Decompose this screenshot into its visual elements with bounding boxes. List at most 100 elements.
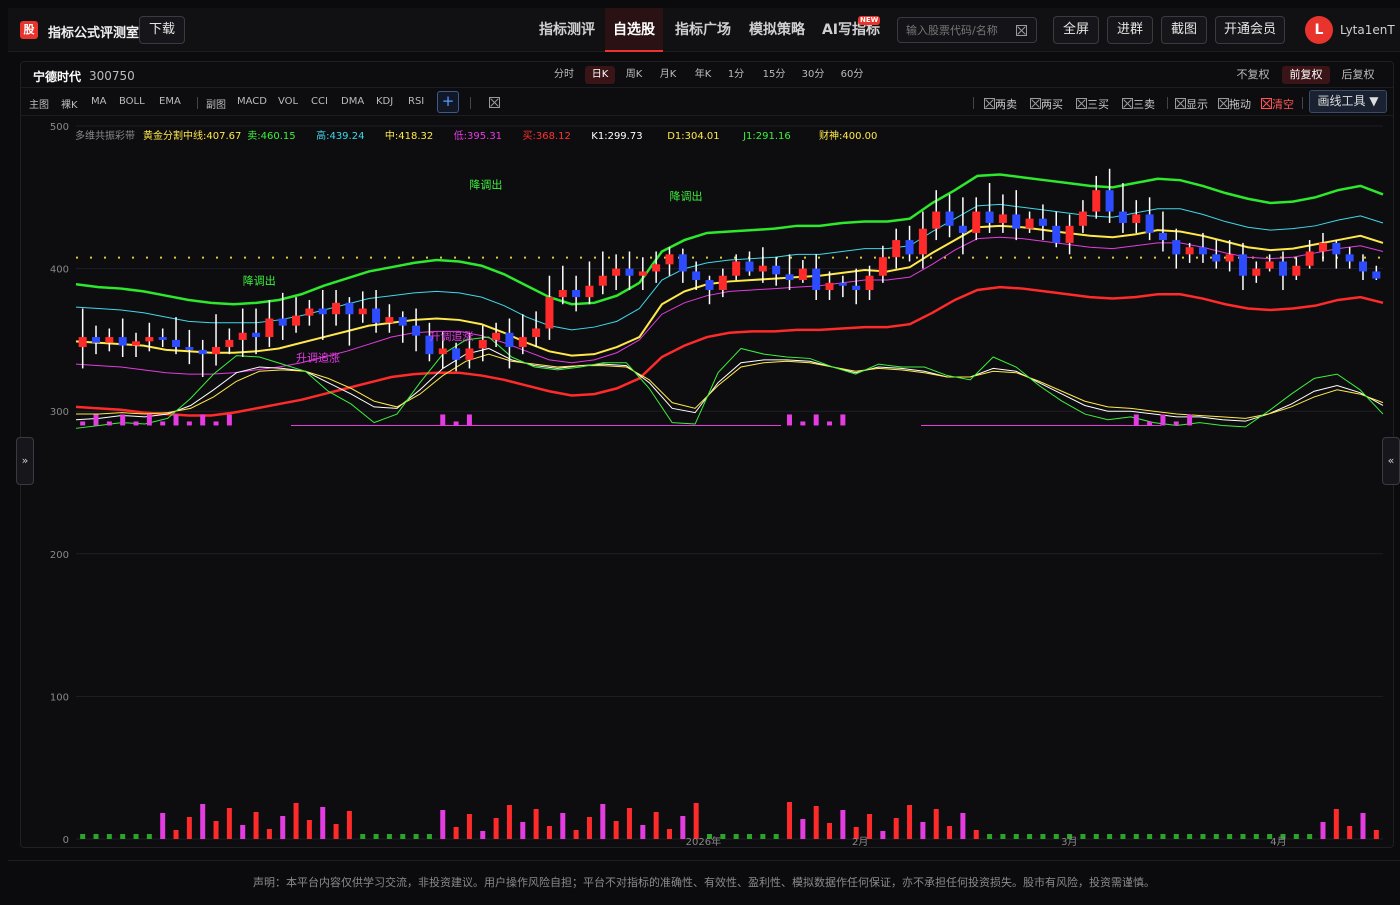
volume-bar: [1200, 834, 1206, 839]
toggle-drag[interactable]: 拖动: [1218, 96, 1251, 112]
volume-bar: [466, 814, 472, 839]
stock-header-row: 宁德时代 300750 分时 日K 周K 月K 年K 1分 15分 30分 60…: [21, 62, 1393, 88]
main-tab-ema[interactable]: EMA: [159, 96, 181, 107]
candle-up: [1185, 247, 1194, 255]
candle-up: [225, 339, 234, 348]
candle-down: [1372, 271, 1381, 279]
candle-down: [372, 308, 381, 323]
volume-bar: [520, 822, 526, 839]
nav-ai-indicator[interactable]: AI写指标 NEW: [816, 8, 886, 52]
signal-bar: [80, 421, 86, 426]
main-tab-boll[interactable]: BOLL: [119, 96, 145, 107]
signal-bar: [173, 414, 179, 426]
volume-bar: [760, 834, 766, 839]
add-indicator-button[interactable]: +: [437, 91, 459, 113]
volume-bar: [653, 812, 659, 839]
volume-bar: [1307, 834, 1313, 839]
timeframe-daily[interactable]: 日K: [585, 66, 615, 84]
candle-down: [985, 211, 994, 223]
sub-tab-rsi[interactable]: RSI: [408, 96, 424, 107]
checkbox-icon: [1030, 98, 1041, 109]
disclaimer-text: 声明：本平台内容仅供学习交流，非投资建议。用户操作风险自担；平台不对指标的准确性…: [8, 860, 1400, 900]
volume-bar: [333, 824, 339, 839]
toggle-two-sell[interactable]: 两卖: [984, 96, 1017, 112]
candle-down: [572, 289, 581, 298]
candle-down: [398, 317, 407, 326]
candle-up: [518, 337, 527, 348]
search-clear-icon[interactable]: [1016, 25, 1027, 36]
expand-right-panel-button[interactable]: «: [1382, 437, 1400, 485]
sub-tab-macd[interactable]: MACD: [237, 96, 267, 107]
main-tab-naked-k[interactable]: 裸K: [61, 96, 78, 111]
candle-down: [625, 268, 634, 276]
toggle-three-buy[interactable]: 三买: [1076, 96, 1109, 112]
fullscreen-button[interactable]: 全屏: [1053, 16, 1099, 44]
volume-bar: [787, 802, 793, 839]
membership-button[interactable]: 开通会员: [1215, 16, 1285, 44]
kline-chart[interactable]: 500 400 300 200 100 0 2026年 2月 3月 4月 多维共振彩带 黄金分割中线:…: [21, 116, 1393, 848]
stock-code: 300750: [89, 69, 135, 83]
signal-bar: [1187, 414, 1193, 426]
timeframe-15min[interactable]: 15分: [758, 66, 790, 84]
adjust-none[interactable]: 不复权: [1232, 66, 1274, 84]
sub-tab-cci[interactable]: CCI: [311, 96, 328, 107]
timeframe-60min[interactable]: 60分: [836, 66, 868, 84]
volume-bar: [1013, 834, 1019, 839]
volume-bar: [600, 804, 606, 839]
sub-tab-dma[interactable]: DMA: [341, 96, 364, 107]
volume-bar: [373, 834, 379, 839]
sub-tab-vol[interactable]: VOL: [278, 96, 298, 107]
candle-up: [612, 268, 621, 276]
main-tab-ma[interactable]: MA: [91, 96, 106, 107]
toggle-two-buy[interactable]: 两买: [1030, 96, 1063, 112]
timeframe-weekly[interactable]: 周K: [619, 66, 649, 84]
adjust-backward[interactable]: 后复权: [1337, 66, 1379, 84]
nav-indicator-review[interactable]: 指标测评: [532, 8, 602, 52]
candle-down: [118, 337, 127, 346]
timeframe-30min[interactable]: 30分: [797, 66, 829, 84]
timeframe-yearly[interactable]: 年K: [688, 66, 718, 84]
volume-bar: [413, 834, 419, 839]
signal-bar: [1160, 414, 1166, 426]
clear-drawings-button[interactable]: 清空: [1261, 96, 1294, 112]
toggle-display[interactable]: 显示: [1175, 96, 1208, 112]
toggle-three-sell[interactable]: 三卖: [1122, 96, 1155, 112]
sub-tab-kdj[interactable]: KDJ: [376, 96, 393, 107]
timeframe-1min[interactable]: 1分: [723, 66, 749, 84]
timeframe-intraday[interactable]: 分时: [549, 66, 579, 84]
candle-down: [945, 211, 954, 226]
volume-bar: [226, 808, 232, 839]
volume-bar: [1120, 834, 1126, 839]
candle-up: [492, 332, 501, 340]
candle-up: [532, 328, 541, 338]
close-indicator-icon[interactable]: [489, 97, 500, 108]
join-group-button[interactable]: 进群: [1107, 16, 1153, 44]
kline-chart-area[interactable]: 500 400 300 200 100 0 2026年 2月 3月 4月 多维共振彩带 黄金分割中线:…: [21, 116, 1393, 848]
download-button[interactable]: 下载: [139, 16, 185, 44]
volume-bar: [1107, 834, 1113, 839]
timeframe-monthly[interactable]: 月K: [653, 66, 683, 84]
volume-bar: [360, 834, 366, 839]
candle-up: [972, 211, 981, 233]
screenshot-button[interactable]: 截图: [1161, 16, 1207, 44]
user-avatar[interactable]: L: [1305, 16, 1333, 44]
volume-bar: [480, 831, 486, 839]
candle-down: [958, 225, 967, 233]
user-name[interactable]: Lyta1enT: [1340, 23, 1395, 37]
legend-entry: 财神:400.00: [819, 129, 877, 142]
expand-left-panel-button[interactable]: »: [16, 437, 34, 485]
legend-entry: 卖:460.15: [247, 130, 295, 142]
candle-up: [305, 308, 314, 316]
candle-up: [892, 240, 901, 258]
nav-sim-strategy[interactable]: 模拟策略: [742, 8, 812, 52]
volume-bar: [973, 830, 979, 839]
stock-search-input[interactable]: [906, 22, 1010, 38]
candle-up: [385, 317, 394, 323]
volume-bar: [386, 834, 392, 839]
volume-bar: [573, 830, 579, 839]
volume-bar: [1253, 834, 1259, 839]
drawing-tools-dropdown[interactable]: 画线工具 ▼: [1309, 90, 1387, 113]
nav-indicator-square[interactable]: 指标广场: [668, 8, 738, 52]
adjust-forward[interactable]: 前复权: [1282, 66, 1330, 84]
nav-watchlist[interactable]: 自选股: [605, 8, 663, 52]
